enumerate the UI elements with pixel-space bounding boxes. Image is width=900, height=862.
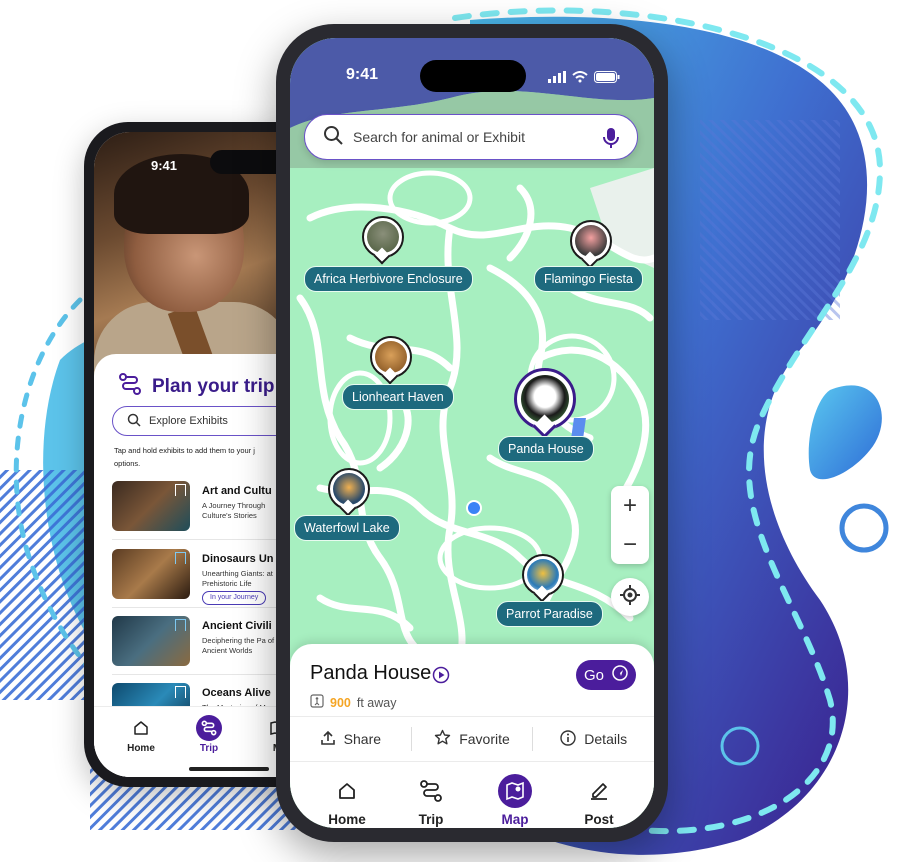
tab-trip[interactable]: Trip	[184, 715, 234, 754]
label-waterfowl[interactable]: Waterfowl Lake	[294, 515, 400, 541]
status-icons	[548, 70, 620, 88]
battery-icon	[594, 70, 620, 88]
tab-home[interactable]: Home	[116, 715, 166, 754]
label-parrot[interactable]: Parrot Paradise	[496, 601, 603, 627]
zoom-control: + −	[611, 486, 649, 564]
play-icon[interactable]	[432, 666, 450, 689]
pin-lionheart[interactable]	[370, 336, 412, 386]
in-journey-badge: In your Journey	[202, 591, 267, 605]
explore-placeholder: Explore Exhibits	[149, 415, 228, 427]
user-location-dot	[466, 500, 482, 516]
pin-parrot[interactable]	[522, 554, 564, 604]
bookmark-icon[interactable]	[175, 686, 186, 698]
exhibit-title: Panda House	[310, 662, 432, 684]
label-africa-herbivore[interactable]: Africa Herbivore Enclosure	[304, 266, 473, 292]
exhibit-sheet: Panda House Go 900 ft away Share Favorit…	[290, 644, 654, 828]
tab-trip[interactable]: Trip	[396, 774, 466, 827]
home-icon	[128, 715, 154, 741]
tab-bar: Home Trip Map Post	[290, 766, 654, 828]
action-row: Share Favorite Details	[290, 716, 654, 762]
bookmark-icon[interactable]	[175, 619, 186, 631]
pin-waterfowl[interactable]	[328, 468, 370, 518]
search-input[interactable]	[351, 128, 595, 146]
info-icon	[560, 729, 576, 749]
microphone-icon[interactable]	[603, 127, 619, 154]
status-time: 9:41	[151, 158, 178, 173]
search-icon	[323, 125, 343, 150]
bookmark-icon[interactable]	[175, 484, 186, 496]
pin-panda-house[interactable]	[514, 368, 576, 442]
signal-icon	[548, 70, 566, 88]
go-button[interactable]: Go	[576, 660, 636, 690]
tab-home[interactable]: Home	[312, 774, 382, 827]
plan-title-text: Plan your trip	[152, 376, 275, 397]
walking-icon	[310, 694, 324, 711]
home-icon	[330, 774, 364, 808]
route-icon	[196, 715, 222, 741]
pin-flamingo[interactable]	[570, 220, 612, 270]
favorite-button[interactable]: Favorite	[410, 727, 534, 751]
zoom-out-button[interactable]: −	[611, 525, 649, 564]
exhibit-thumbnail	[112, 481, 190, 531]
route-icon	[414, 774, 448, 808]
locate-me-button[interactable]	[611, 578, 649, 616]
navigate-icon	[612, 665, 628, 685]
label-lionheart[interactable]: Lionheart Haven	[342, 384, 454, 410]
share-button[interactable]: Share	[290, 727, 411, 751]
zoom-in-button[interactable]: +	[611, 486, 649, 525]
pin-africa-herbivore[interactable]	[362, 216, 404, 266]
crosshair-icon	[619, 584, 641, 611]
plan-title: Plan your trip	[118, 372, 274, 402]
exhibit-thumbnail	[112, 616, 190, 666]
home-indicator	[189, 767, 269, 771]
route-icon	[118, 372, 142, 402]
tab-map[interactable]: Map	[480, 774, 550, 827]
edit-icon	[582, 774, 616, 808]
tab-post[interactable]: Post	[564, 774, 634, 827]
label-flamingo[interactable]: Flamingo Fiesta	[534, 266, 643, 292]
search-icon	[127, 413, 141, 430]
dynamic-island	[420, 60, 526, 92]
search-bar[interactable]	[304, 114, 638, 160]
label-panda-house[interactable]: Panda House	[498, 436, 594, 462]
distance-info: 900 ft away	[310, 694, 396, 711]
front-phone: 9:41 Africa Herbivore Enclosure Flamingo…	[276, 24, 668, 842]
share-icon	[320, 730, 336, 749]
hint-text: Tap and hold exhibits to add them to you…	[114, 446, 255, 468]
details-button[interactable]: Details	[533, 727, 654, 751]
exhibit-thumbnail	[112, 549, 190, 599]
map-icon	[498, 774, 532, 808]
front-phone-screen: 9:41 Africa Herbivore Enclosure Flamingo…	[290, 38, 654, 828]
status-time: 9:41	[346, 66, 379, 83]
star-icon	[434, 729, 451, 749]
bookmark-icon[interactable]	[175, 552, 186, 564]
wifi-icon	[572, 70, 588, 88]
